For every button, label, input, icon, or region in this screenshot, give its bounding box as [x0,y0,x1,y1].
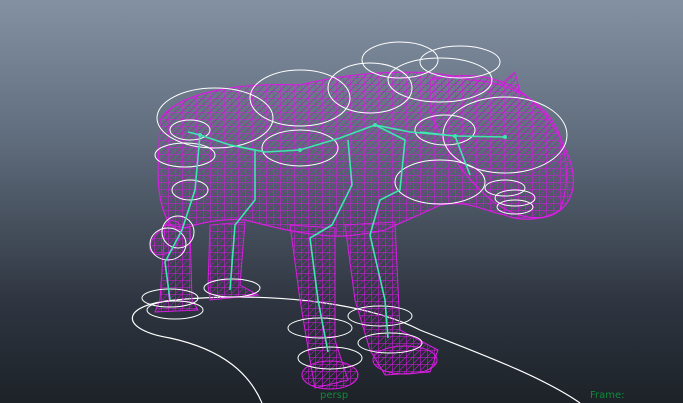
3d-viewport[interactable]: persp Frame: [0,0,683,403]
tiger-wireframe-mesh[interactable] [149,71,574,390]
frame-counter-label: Frame: [590,390,625,401]
ground-path-curve[interactable] [131,296,581,403]
scene-canvas[interactable] [0,0,683,403]
camera-name-label: persp [320,390,349,401]
